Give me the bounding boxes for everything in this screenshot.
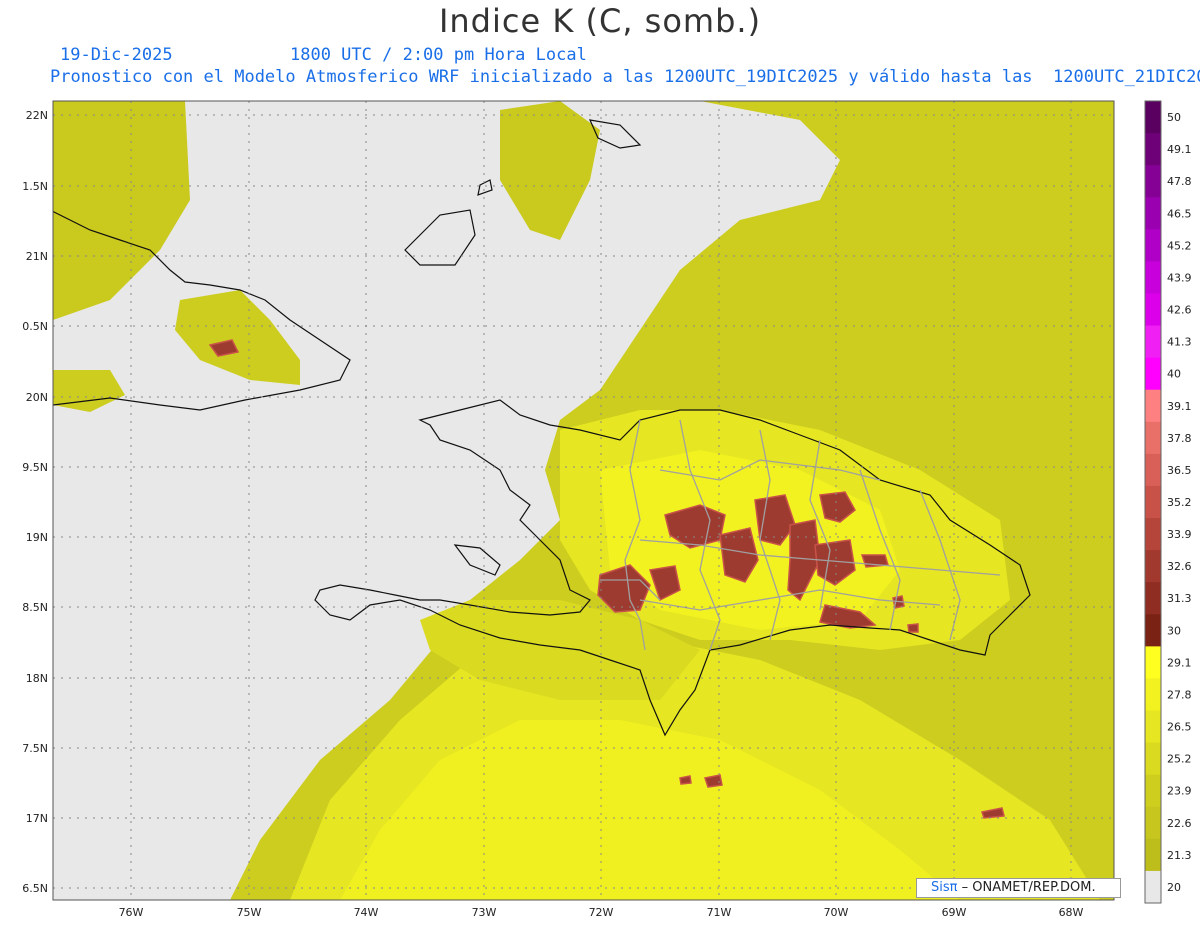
lon-label: 69W (942, 906, 967, 919)
lat-label: 9.5N (22, 461, 48, 474)
colorbar-swatch (1145, 614, 1161, 647)
lon-label: 73W (472, 906, 497, 919)
colorbar-swatch (1145, 774, 1161, 808)
colorbar-swatch (1145, 646, 1161, 679)
colorbar-label: 31.3 (1167, 592, 1192, 605)
colorbar-swatch (1145, 261, 1161, 294)
longitude-labels: 76W 75W 74W 73W 72W 71W 70W 69W 68W (119, 906, 1084, 919)
colorbar-label: 20 (1167, 881, 1181, 894)
lat-label: 22N (26, 109, 48, 122)
colorbar-swatch (1145, 293, 1161, 327)
colorbar-swatch (1145, 389, 1161, 423)
colorbar-swatch (1145, 742, 1161, 776)
colorbar-swatch (1145, 133, 1161, 166)
colorbar-label: 25.2 (1167, 753, 1192, 766)
colorbar-label: 30 (1167, 624, 1181, 637)
colorbar-label: 39.1 (1167, 400, 1192, 413)
colorbar: 50 49.1 47.8 46.5 45.2 43.9 42.6 41.3 40 39.1 37.8… (1144, 100, 1192, 904)
colorbar-label: 27.8 (1167, 688, 1192, 701)
lon-label: 72W (589, 906, 614, 919)
lat-label: 18N (26, 672, 48, 685)
colorbar-label: 35.2 (1167, 496, 1192, 509)
colorbar-swatch (1145, 101, 1161, 134)
colorbar-label: 47.8 (1167, 175, 1192, 188)
lat-label: 1.5N (22, 180, 48, 193)
colorbar-swatch (1145, 678, 1161, 712)
lat-label: 6.5N (22, 882, 48, 895)
lat-label: 7.5N (22, 742, 48, 755)
colorbar-label: 40 (1167, 368, 1181, 381)
lat-label: 19N (26, 531, 48, 544)
lon-label: 76W (119, 906, 144, 919)
colorbar-swatch (1145, 710, 1161, 744)
lat-label: 21N (26, 250, 48, 263)
lon-label: 74W (354, 906, 379, 919)
colorbar-swatch (1145, 421, 1161, 455)
colorbar-swatch (1145, 325, 1161, 359)
lat-label: 17N (26, 812, 48, 825)
colorbar-label: 23.9 (1167, 785, 1192, 798)
sispi-logo: Sisπ (931, 880, 958, 895)
lat-label: 20N (26, 391, 48, 404)
colorbar-label: 21.3 (1167, 849, 1192, 862)
colorbar-swatch (1145, 870, 1161, 904)
lat-label: 8.5N (22, 601, 48, 614)
credit-text: – ONAMET/REP.DOM. (957, 880, 1096, 895)
colorbar-swatch (1145, 582, 1161, 615)
lon-label: 75W (237, 906, 262, 919)
colorbar-swatch (1145, 518, 1161, 551)
colorbar-label: 45.2 (1167, 239, 1192, 252)
colorbar-label: 32.6 (1167, 560, 1192, 573)
colorbar-swatch (1145, 806, 1161, 840)
lon-label: 70W (824, 906, 849, 919)
k-index-map: 22N 1.5N 21N 0.5N 20N 9.5N 19N 8.5N 18N … (22, 100, 1192, 919)
colorbar-label: 43.9 (1167, 271, 1192, 284)
colorbar-swatch (1145, 357, 1161, 391)
colorbar-label: 22.6 (1167, 817, 1192, 830)
colorbar-label: 50 (1167, 111, 1181, 124)
colorbar-swatch (1145, 165, 1161, 198)
colorbar-label: 42.6 (1167, 304, 1192, 317)
colorbar-swatch (1145, 550, 1161, 583)
colorbar-label: 49.1 (1167, 143, 1192, 156)
colorbar-label: 41.3 (1167, 336, 1192, 349)
colorbar-label: 46.5 (1167, 207, 1192, 220)
lat-label: 0.5N (22, 320, 48, 333)
latitude-labels: 22N 1.5N 21N 0.5N 20N 9.5N 19N 8.5N 18N … (22, 109, 48, 895)
colorbar-swatch (1145, 838, 1161, 872)
colorbar-swatch (1145, 485, 1161, 519)
colorbar-label: 29.1 (1167, 656, 1192, 669)
credit-box: Sisπ – ONAMET/REP.DOM. (916, 878, 1121, 898)
colorbar-label: 37.8 (1167, 432, 1192, 445)
colorbar-label: 33.9 (1167, 528, 1192, 541)
colorbar-label: 36.5 (1167, 464, 1192, 477)
colorbar-label: 26.5 (1167, 721, 1192, 734)
lon-label: 71W (707, 906, 732, 919)
colorbar-swatch (1145, 453, 1161, 487)
colorbar-swatch (1145, 197, 1161, 230)
lon-label: 68W (1059, 906, 1084, 919)
colorbar-swatch (1145, 229, 1161, 262)
